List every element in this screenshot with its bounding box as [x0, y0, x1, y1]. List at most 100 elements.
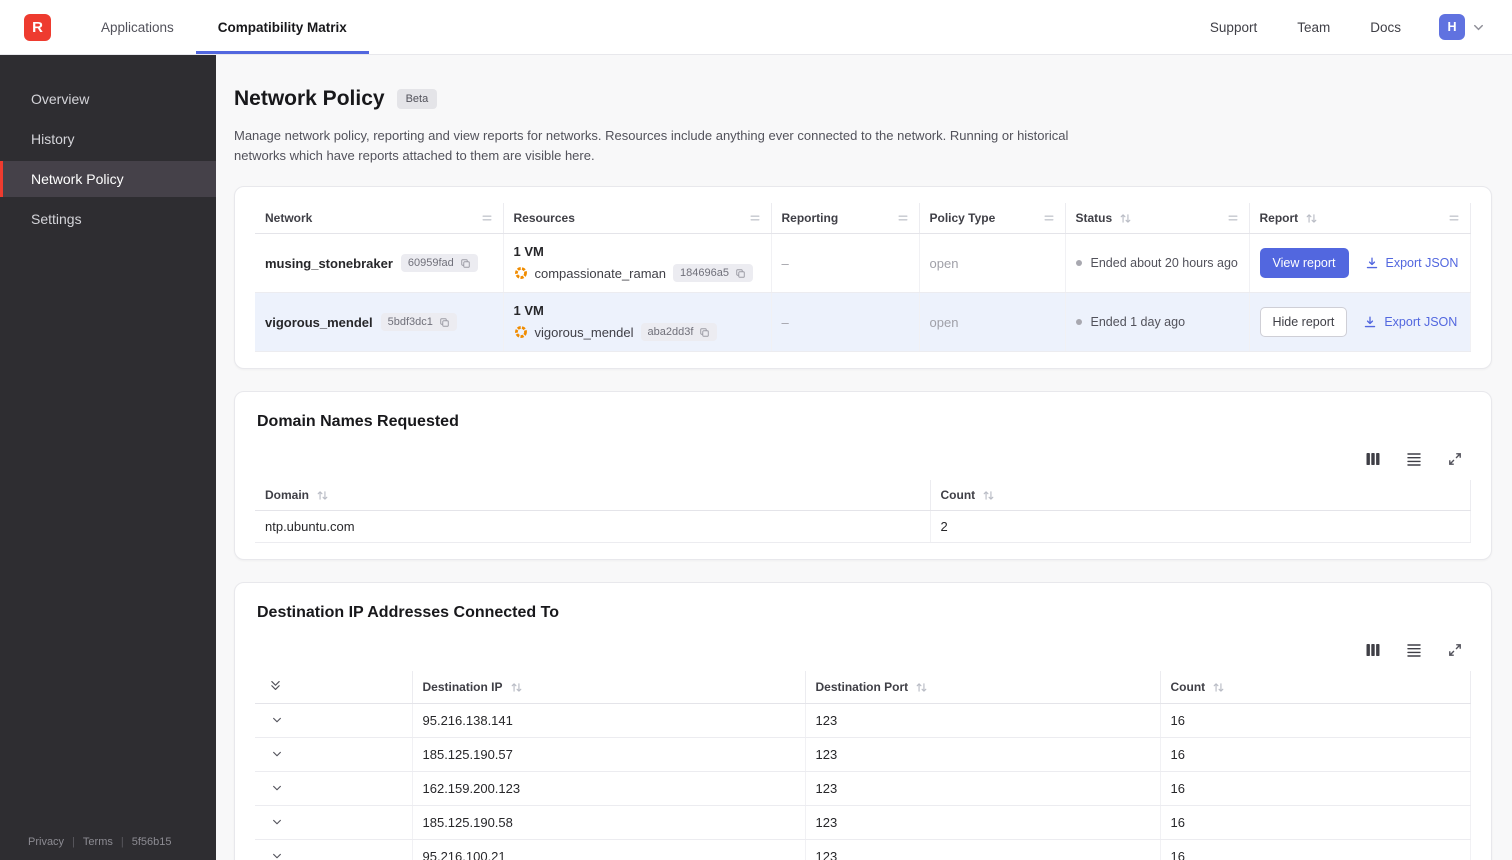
destination-ip-cell: 95.216.138.141: [412, 703, 806, 739]
row-expand-button[interactable]: [269, 814, 285, 830]
columns-icon[interactable]: [1365, 642, 1381, 658]
sort-icon[interactable]: [1305, 212, 1318, 225]
column-header-reporting[interactable]: Reporting: [771, 203, 920, 235]
policy-type-cell: open: [919, 292, 1066, 353]
report-button[interactable]: Hide report: [1259, 307, 1348, 338]
sort-icon[interactable]: [982, 489, 995, 502]
count-cell: 2: [930, 510, 1471, 544]
domain-cell: ntp.ubuntu.com: [255, 510, 931, 544]
chevron-down-icon[interactable]: [1471, 20, 1486, 35]
destination-row: 162.159.200.123 123 16: [255, 771, 1471, 807]
column-header-policy-type[interactable]: Policy Type: [919, 203, 1066, 235]
destination-port-cell: 123: [805, 839, 1161, 860]
column-menu-icon[interactable]: [1448, 212, 1460, 224]
sort-icon[interactable]: [1212, 681, 1225, 694]
column-header-count[interactable]: Count: [1160, 671, 1471, 705]
domains-table: Domain Count ntp.ubuntu.com 2: [255, 480, 1471, 544]
sidebar-footer: Privacy | Terms | 5f56b15: [28, 836, 208, 848]
copy-icon[interactable]: [735, 268, 746, 279]
status-dot-icon: [1075, 260, 1082, 267]
resource-name: vigorous_mendel: [534, 324, 634, 340]
status-dot-icon: [1075, 319, 1082, 326]
nav-link[interactable]: Support: [1210, 20, 1257, 35]
nav-tab[interactable]: Applications: [79, 0, 196, 54]
resources-cell: 1 VM vigorous_mendel aba2dd3f: [503, 292, 772, 353]
expander-cell: [255, 805, 413, 841]
columns-icon[interactable]: [1365, 451, 1381, 467]
terms-link[interactable]: Terms: [83, 836, 113, 848]
column-menu-icon[interactable]: [897, 212, 909, 224]
destinations-card-title: Destination IP Addresses Connected To: [257, 604, 559, 622]
reporting-cell: –: [771, 233, 920, 294]
copy-icon[interactable]: [699, 327, 710, 338]
row-density-icon[interactable]: [1406, 642, 1422, 658]
fullscreen-icon[interactable]: [1447, 451, 1463, 467]
column-menu-icon[interactable]: [1043, 212, 1055, 224]
policy-type-cell: open: [919, 233, 1066, 294]
sidebar-item[interactable]: Overview: [0, 81, 216, 117]
row-expand-button[interactable]: [269, 746, 285, 762]
column-header-count[interactable]: Count: [930, 480, 1471, 512]
footer-divider: |: [120, 836, 124, 848]
resource-id-badge: aba2dd3f: [640, 323, 718, 342]
sidebar-item[interactable]: Settings: [0, 201, 216, 237]
column-header-domain[interactable]: Domain: [255, 480, 931, 512]
row-density-icon[interactable]: [1406, 451, 1422, 467]
nav-link[interactable]: Team: [1297, 20, 1330, 35]
network-name: vigorous_mendel: [265, 314, 373, 330]
nav-tab[interactable]: Compatibility Matrix: [195, 0, 369, 54]
column-header-destination-port[interactable]: Destination Port: [805, 671, 1161, 705]
row-expand-button[interactable]: [269, 848, 285, 860]
row-expand-button[interactable]: [269, 780, 285, 796]
count-cell: 16: [1160, 737, 1471, 773]
domains-card-title: Domain Names Requested: [257, 413, 459, 431]
nav-link[interactable]: Docs: [1370, 20, 1401, 35]
destination-row: 185.125.190.57 123 16: [255, 737, 1471, 773]
main-content: Network Policy Beta Manage network polic…: [216, 55, 1512, 860]
expander-cell: [255, 771, 413, 807]
copy-icon[interactable]: [439, 317, 450, 328]
export-json-button[interactable]: Export JSON: [1363, 315, 1457, 329]
column-header-status[interactable]: Status: [1065, 203, 1250, 235]
privacy-link[interactable]: Privacy: [28, 836, 64, 848]
destinations-card: Destination IP Addresses Connected To De…: [234, 582, 1492, 860]
destination-row: 185.125.190.58 123 16: [255, 805, 1471, 841]
expand-all-header[interactable]: [255, 671, 413, 705]
page-description: Manage network policy, reporting and vie…: [234, 128, 1069, 164]
expander-cell: [255, 737, 413, 773]
sort-icon[interactable]: [510, 681, 523, 694]
double-chevron-down-icon[interactable]: [269, 679, 282, 692]
column-menu-icon[interactable]: [1227, 212, 1239, 224]
column-header-destination-ip[interactable]: Destination IP: [412, 671, 806, 705]
sort-icon[interactable]: [316, 489, 329, 502]
count-cell: 16: [1160, 805, 1471, 841]
copy-icon[interactable]: [460, 258, 471, 269]
avatar[interactable]: H: [1439, 14, 1465, 40]
export-json-button[interactable]: Export JSON: [1365, 256, 1458, 270]
resources-cell: 1 VM compassionate_raman 184696a5: [503, 233, 772, 294]
row-expand-button[interactable]: [269, 712, 285, 728]
count-cell: 16: [1160, 839, 1471, 860]
destination-port-cell: 123: [805, 737, 1161, 773]
sort-icon[interactable]: [915, 681, 928, 694]
user-menu[interactable]: H: [1439, 14, 1486, 40]
app-logo[interactable]: R: [24, 13, 51, 41]
resource-count: 1 VM: [513, 244, 544, 260]
secondary-nav: Support Team Docs: [1210, 20, 1401, 35]
vm-icon: [514, 266, 528, 280]
resource-count: 1 VM: [513, 303, 544, 319]
column-header-network[interactable]: Network: [255, 203, 504, 235]
report-button[interactable]: View report: [1259, 248, 1349, 279]
column-header-report[interactable]: Report: [1249, 203, 1471, 235]
download-icon: [1363, 315, 1377, 329]
column-menu-icon[interactable]: [481, 212, 493, 224]
resource-id-badge: 184696a5: [673, 264, 753, 283]
network-table-row: musing_stonebraker 60959fad 1 VM compass…: [255, 233, 1471, 294]
sidebar-item[interactable]: Network Policy: [0, 161, 216, 197]
sidebar-item[interactable]: History: [0, 121, 216, 157]
sort-icon[interactable]: [1119, 212, 1132, 225]
fullscreen-icon[interactable]: [1447, 642, 1463, 658]
column-header-resources[interactable]: Resources: [503, 203, 772, 235]
column-menu-icon[interactable]: [749, 212, 761, 224]
destination-ip-cell: 95.216.100.21: [412, 839, 806, 860]
